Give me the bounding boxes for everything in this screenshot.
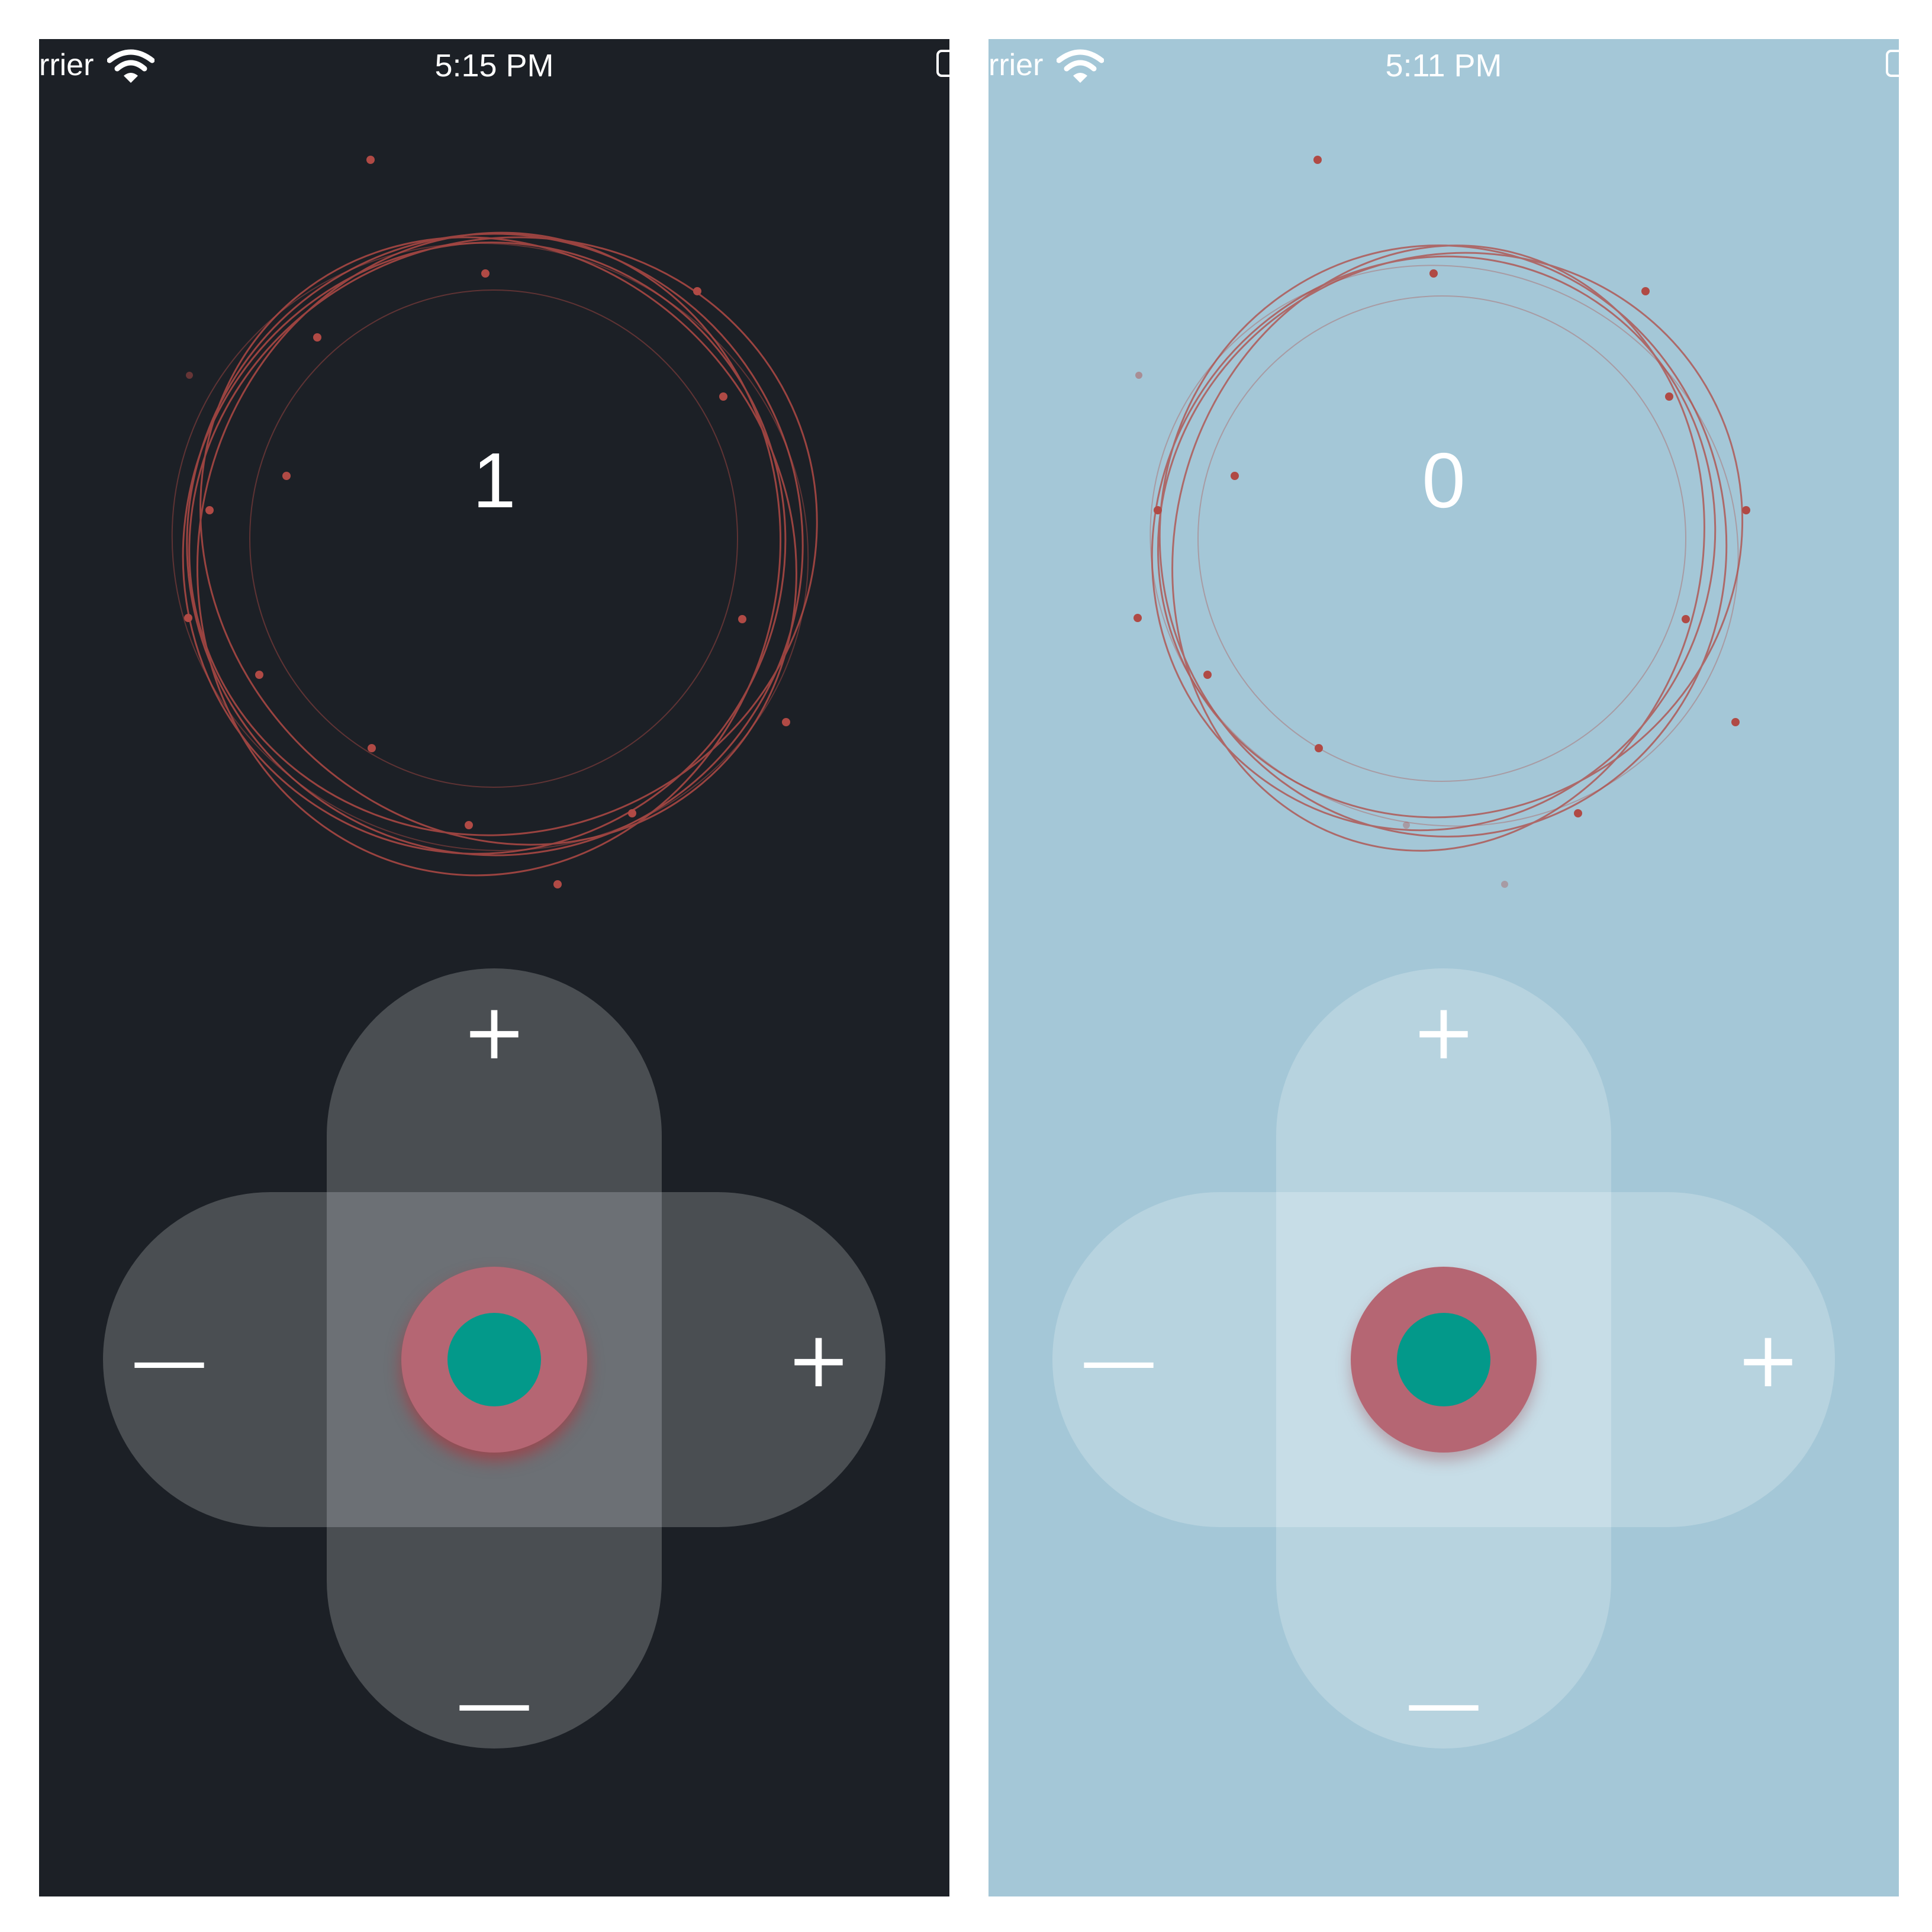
- orbit-dot: [1315, 744, 1323, 752]
- orbit-dot: [693, 287, 701, 295]
- joystick-knob[interactable]: [401, 1267, 587, 1453]
- battery-icon: [936, 50, 949, 77]
- orbit-dot: [1641, 287, 1650, 295]
- orbit-dot: [628, 809, 636, 817]
- status-bar: rrier 5:15 PM: [39, 39, 949, 98]
- orbit-dot: [1429, 269, 1438, 278]
- orbit-dot: [1135, 372, 1142, 379]
- decrement-left-button[interactable]: —: [1077, 1321, 1160, 1398]
- orbit-ring: [1197, 295, 1686, 782]
- counter-value: 0: [1422, 437, 1466, 524]
- orbit-dot: [719, 392, 727, 401]
- orbit-ring: [188, 236, 818, 836]
- orbit-dot: [1134, 614, 1142, 622]
- joystick-knob-center: [1397, 1313, 1490, 1406]
- orbit-ring: [182, 242, 787, 855]
- orbit-dot: [738, 615, 746, 623]
- counter-value: 1: [472, 437, 516, 524]
- status-bar: rrier 5:11 PM: [988, 39, 1899, 98]
- orbit-dot: [366, 156, 375, 164]
- orbit-ring: [1158, 244, 1728, 838]
- orbit-dot: [553, 880, 562, 888]
- orbit-dot: [1682, 615, 1690, 623]
- orbit-ring: [249, 289, 738, 788]
- orbit-dot: [184, 614, 192, 622]
- joystick-knob[interactable]: [1351, 1267, 1537, 1453]
- increment-up-button[interactable]: +: [1402, 993, 1485, 1070]
- orbit-dot: [1665, 392, 1673, 401]
- orbit-dot: [186, 372, 193, 379]
- orbit-dot: [481, 269, 490, 278]
- orbit-dot: [313, 333, 321, 342]
- orbit-ring: [171, 243, 809, 851]
- orbit-dot: [1501, 881, 1508, 888]
- increment-up-button[interactable]: +: [453, 993, 536, 1070]
- orbit-dot: [1731, 718, 1740, 726]
- orbit-dot: [1313, 156, 1322, 164]
- orbit-ring: [186, 233, 804, 856]
- joystick-knob-center: [447, 1313, 541, 1406]
- decrement-down-button[interactable]: —: [1402, 1664, 1485, 1741]
- orbit-dot: [1203, 671, 1212, 679]
- orbit-dot: [782, 718, 790, 726]
- status-time: 5:11 PM: [1385, 48, 1502, 83]
- orbit-dot: [368, 744, 376, 752]
- orbit-dot: [255, 671, 263, 679]
- battery-icon: [1886, 50, 1899, 77]
- decrement-left-button[interactable]: —: [128, 1321, 211, 1398]
- orbit-ring: [1149, 265, 1739, 827]
- increment-right-button[interactable]: +: [1727, 1321, 1809, 1398]
- orbit-dot: [1574, 809, 1582, 817]
- status-time: 5:15 PM: [434, 48, 554, 83]
- screen-light: rrier 5:11 PM 0 + — — +: [988, 39, 1899, 1896]
- orbit-dot: [465, 821, 473, 829]
- screen-dark: rrier 5:15 PM 1 + — — +: [39, 39, 949, 1896]
- increment-right-button[interactable]: +: [777, 1321, 860, 1398]
- decrement-down-button[interactable]: —: [453, 1664, 536, 1741]
- orbit-dot: [1403, 822, 1410, 829]
